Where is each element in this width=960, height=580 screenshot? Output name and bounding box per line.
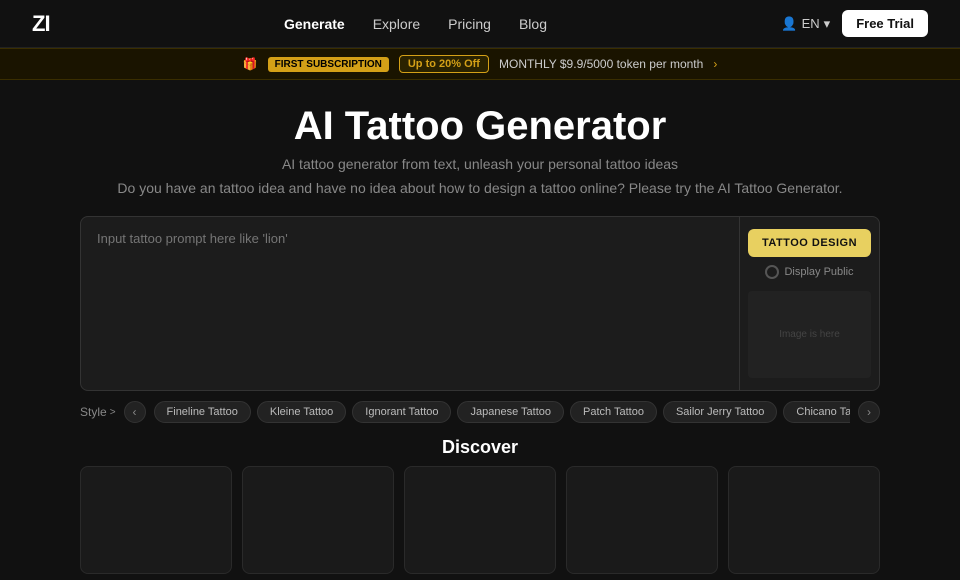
nav-blog[interactable]: Blog [519,16,547,32]
discount-label: Up to 20% Off [399,55,489,73]
style-tag-ignorant[interactable]: Ignorant Tattoo [352,401,451,423]
nav-generate[interactable]: Generate [284,16,345,32]
discover-title: Discover [0,437,960,458]
hero-question: Do you have an tattoo idea and have no i… [20,180,940,196]
lang-label: EN [802,16,820,31]
toggle-icon [765,265,779,279]
language-selector[interactable]: 👤 EN ▾ [781,16,830,32]
promo-banner[interactable]: 🎁 FIRST SUBSCRIPTION Up to 20% Off MONTH… [0,48,960,80]
display-public-toggle[interactable]: Display Public [765,265,853,279]
banner-arrow: › [713,57,717,71]
style-tags-container: Fineline Tattoo Kleine Tattoo Ignorant T… [154,401,850,423]
subscription-badge: FIRST SUBSCRIPTION [268,57,389,72]
design-panel: TATTOO DESIGN Display Public Image is he… [740,216,880,391]
prompt-input[interactable] [97,231,723,376]
style-scroll-right-button[interactable]: › [858,401,880,423]
image-preview: Image is here [748,291,871,378]
logo: ZI [32,11,50,37]
discover-card-5[interactable] [728,466,880,574]
discover-card-1[interactable] [80,466,232,574]
discover-grid [0,466,960,574]
style-tag-sailor-jerry[interactable]: Sailor Jerry Tattoo [663,401,777,423]
discover-section: Discover [0,429,960,580]
nav-right: 👤 EN ▾ Free Trial [781,10,928,37]
hero-subtitle: AI tattoo generator from text, unleash y… [20,156,940,172]
discover-card-2[interactable] [242,466,394,574]
style-tag-kleine[interactable]: Kleine Tattoo [257,401,346,423]
discover-card-3[interactable] [404,466,556,574]
free-trial-button[interactable]: Free Trial [842,10,928,37]
chevron-down-icon: ▾ [824,16,831,32]
hero-title: AI Tattoo Generator [20,104,940,148]
discover-card-4[interactable] [566,466,718,574]
style-chevron-icon: > [110,407,116,418]
prompt-container [80,216,740,391]
style-label: Style > [80,405,116,419]
style-tag-japanese[interactable]: Japanese Tattoo [457,401,564,423]
style-tag-fineline[interactable]: Fineline Tattoo [154,401,251,423]
gift-icon: 🎁 [243,57,258,71]
nav-pricing[interactable]: Pricing [448,16,491,32]
user-icon: 👤 [781,16,797,32]
hero-section: AI Tattoo Generator AI tattoo generator … [0,80,960,216]
banner-text: MONTHLY $9.9/5000 token per month [499,57,703,71]
style-tag-patch[interactable]: Patch Tattoo [570,401,657,423]
style-tag-chicano[interactable]: Chicano Tattoo [783,401,850,423]
generator-area: TATTOO DESIGN Display Public Image is he… [0,216,960,391]
style-scroll-left-button[interactable]: ‹ [124,401,146,423]
style-row: Style > ‹ Fineline Tattoo Kleine Tattoo … [0,391,960,429]
tattoo-design-button[interactable]: TATTOO DESIGN [748,229,871,257]
display-public-label: Display Public [784,266,853,278]
navbar: ZI Generate Explore Pricing Blog 👤 EN ▾ … [0,0,960,48]
nav-links: Generate Explore Pricing Blog [284,16,547,32]
nav-explore[interactable]: Explore [373,16,420,32]
